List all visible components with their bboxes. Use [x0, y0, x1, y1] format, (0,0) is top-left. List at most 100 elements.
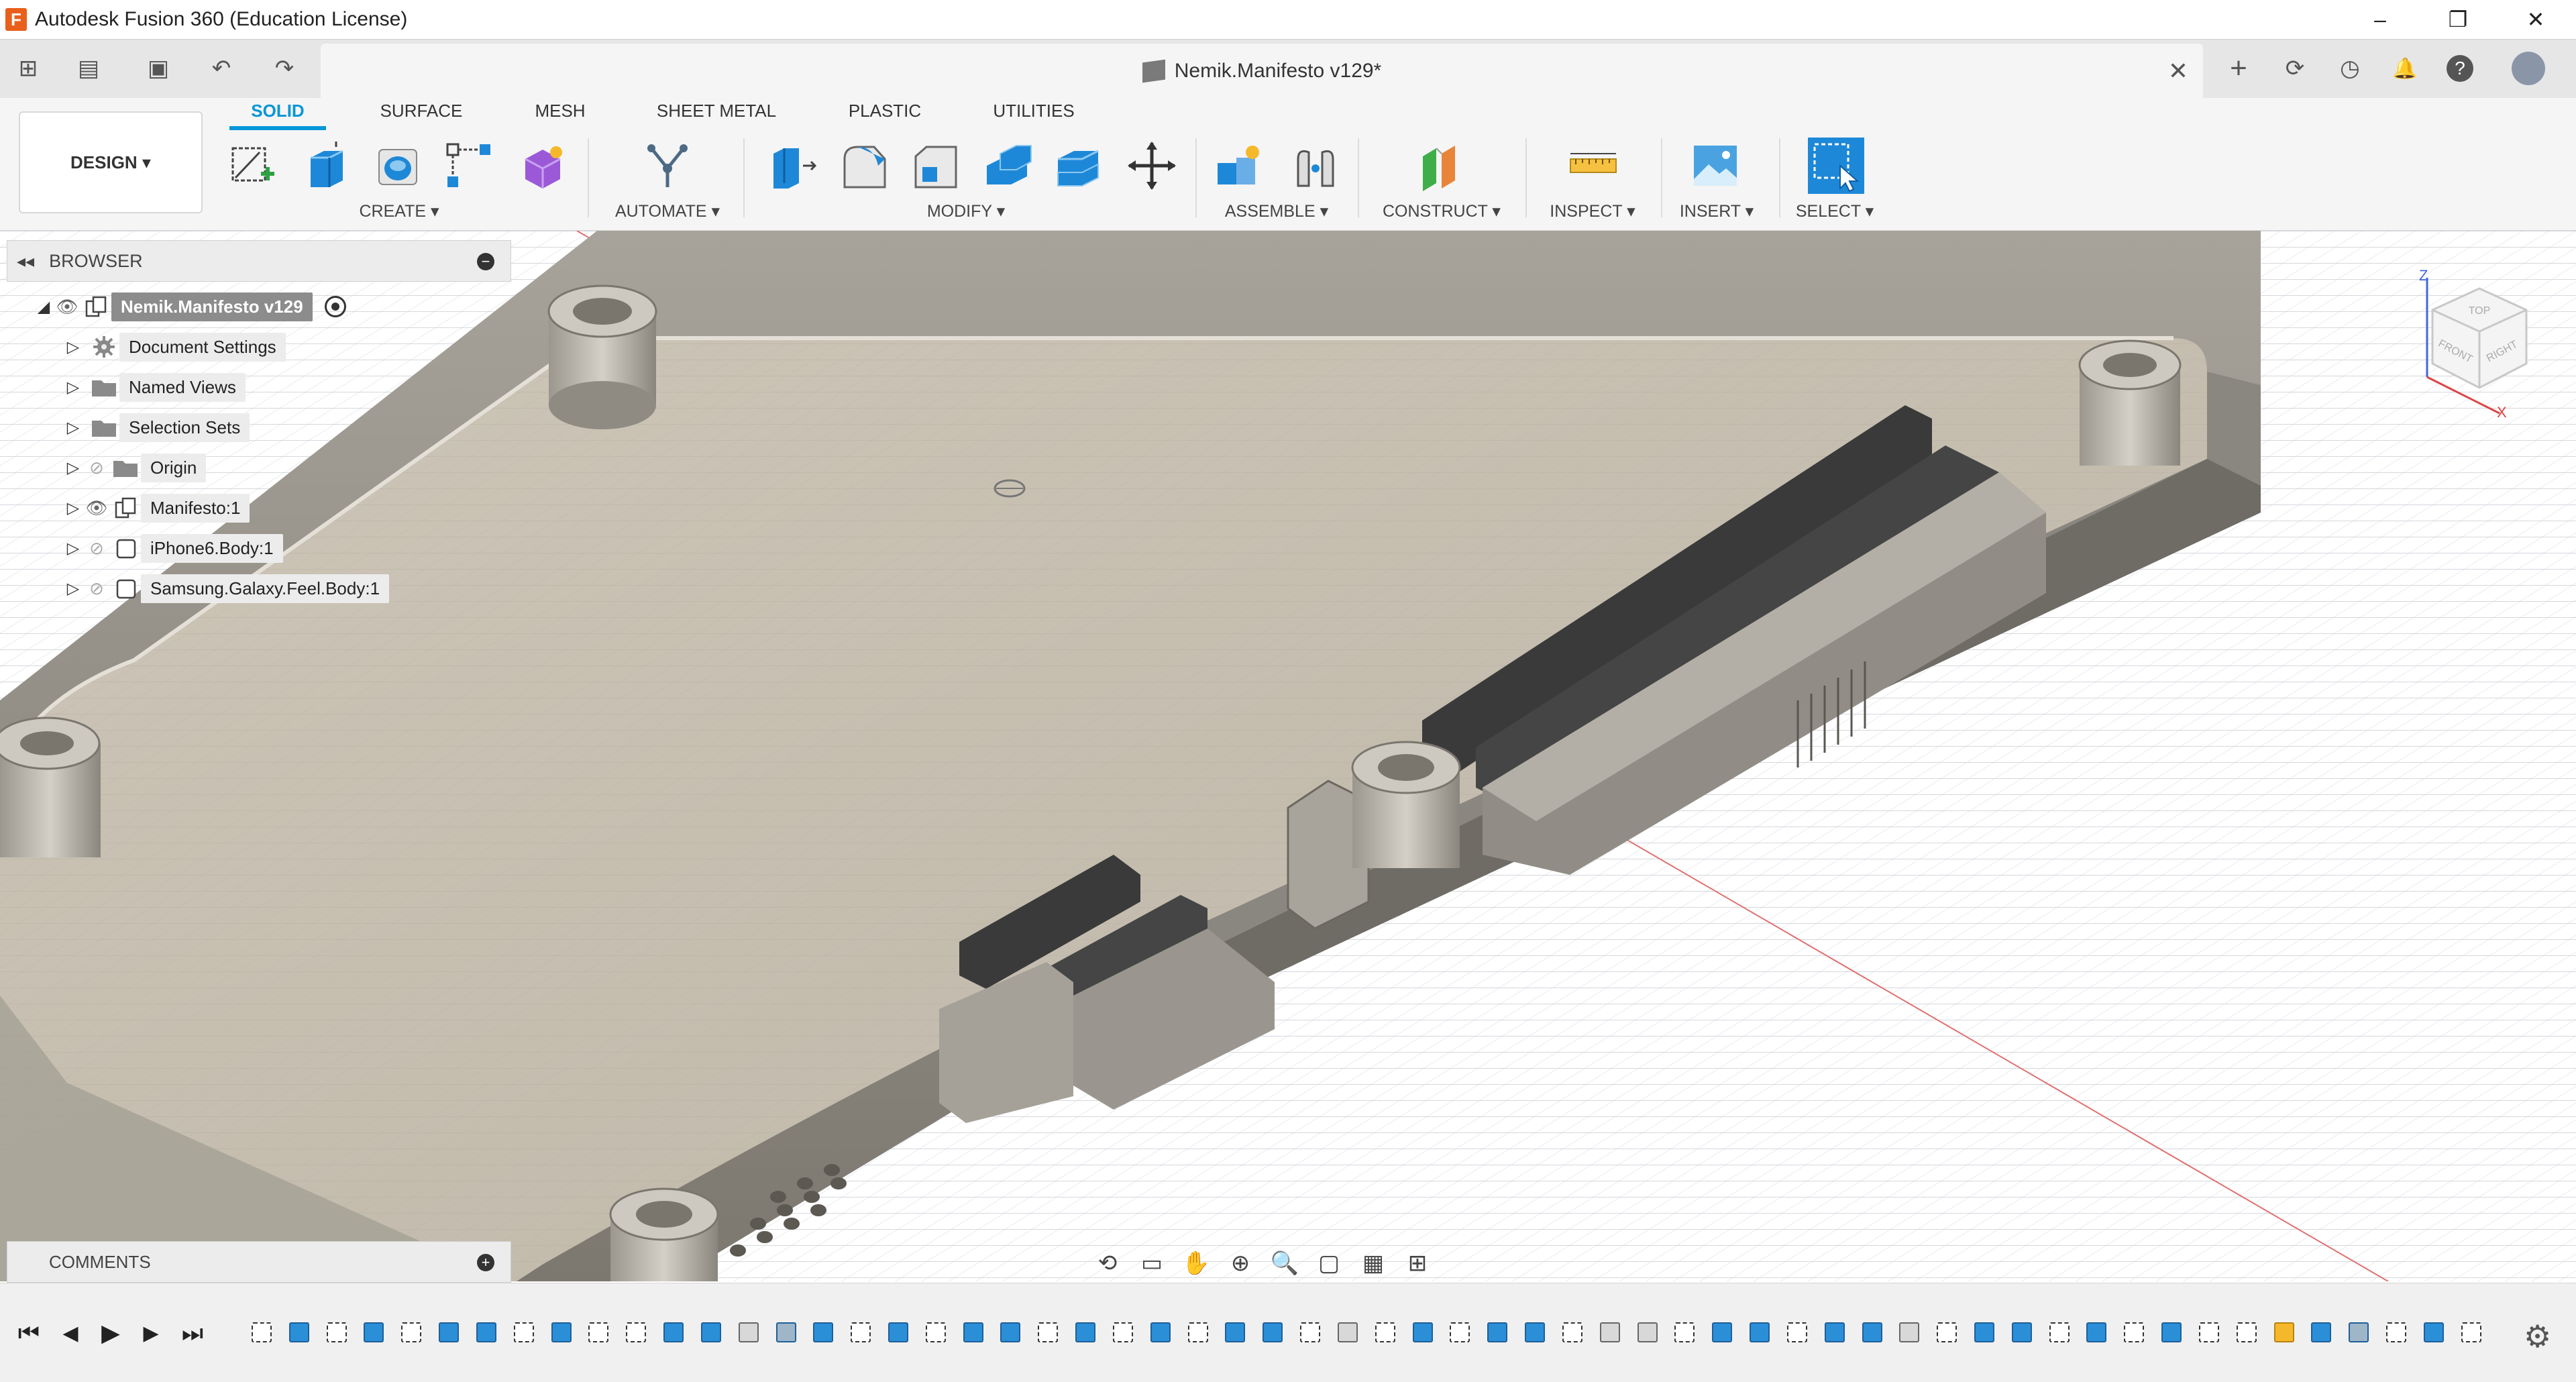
chamfer-icon[interactable]: [906, 136, 966, 196]
timeline-feature[interactable]: [730, 1319, 767, 1346]
timeline-settings-gear-icon[interactable]: ⚙: [2524, 1318, 2551, 1354]
timeline-feature[interactable]: [1816, 1319, 1854, 1346]
timeline-feature[interactable]: [1629, 1319, 1666, 1346]
select-group-label[interactable]: SELECT ▾: [1784, 201, 1885, 221]
timeline-feature[interactable]: [1890, 1319, 1928, 1346]
timeline-feature[interactable]: [2153, 1319, 2190, 1346]
data-panel-grid-icon[interactable]: ⊞: [8, 49, 48, 88]
timeline-prev-icon[interactable]: ◀: [54, 1317, 87, 1349]
timeline-feature[interactable]: [2415, 1319, 2453, 1346]
timeline-feature[interactable]: [1442, 1319, 1479, 1346]
timeline-feature[interactable]: [1366, 1319, 1404, 1346]
timeline-feature[interactable]: [355, 1319, 392, 1346]
extensions-icon[interactable]: ⟳: [2271, 49, 2318, 88]
timeline-feature[interactable]: [1741, 1319, 1778, 1346]
timeline-feature[interactable]: [617, 1319, 655, 1346]
file-menu-icon[interactable]: ▤: [62, 49, 115, 88]
expand-triangle-icon[interactable]: ▷: [63, 377, 83, 397]
timeline-feature[interactable]: [767, 1319, 805, 1346]
measure-icon[interactable]: [1563, 136, 1623, 196]
hidden-eye-icon[interactable]: ⊘: [83, 538, 110, 558]
visibility-eye-icon[interactable]: 👁: [54, 297, 80, 317]
timeline-feature[interactable]: [1554, 1319, 1591, 1346]
tab-sheet-metal[interactable]: SHEET METAL: [644, 101, 789, 121]
timeline-feature[interactable]: [692, 1319, 730, 1346]
timeline-feature[interactable]: [2078, 1319, 2116, 1346]
timeline-feature[interactable]: [2003, 1319, 2041, 1346]
expand-triangle-icon[interactable]: ▷: [63, 578, 83, 598]
collapse-panel-icon[interactable]: ◂◂: [17, 251, 34, 272]
extrude-icon[interactable]: [297, 136, 357, 196]
timeline-feature[interactable]: [1928, 1319, 1966, 1346]
revolve-icon[interactable]: [368, 136, 428, 196]
comments-panel[interactable]: COMMENTS +: [7, 1241, 511, 1283]
assemble-group-label[interactable]: ASSEMBLE ▾: [1210, 201, 1343, 221]
timeline-feature[interactable]: [2041, 1319, 2078, 1346]
grid-snaps-icon[interactable]: ▦: [1351, 1243, 1395, 1283]
display-settings-icon[interactable]: ▢: [1307, 1243, 1351, 1283]
timeline-feature[interactable]: [1329, 1319, 1366, 1346]
timeline-feature[interactable]: [318, 1319, 356, 1346]
timeline-track[interactable]: [243, 1310, 2490, 1354]
minimize-button[interactable]: –: [2341, 0, 2419, 39]
view-cube[interactable]: TOP FRONT RIGHT Z X: [2412, 267, 2546, 421]
save-icon[interactable]: ▣: [138, 49, 178, 88]
redo-icon[interactable]: ↷: [258, 49, 311, 88]
joint-icon[interactable]: [1285, 136, 1346, 196]
tab-solid[interactable]: SOLID: [229, 101, 326, 121]
browser-header[interactable]: ◂◂ BROWSER −: [7, 240, 511, 282]
look-at-icon[interactable]: ▭: [1130, 1243, 1174, 1283]
timeline-play-icon[interactable]: ▶: [94, 1317, 127, 1349]
timeline-feature[interactable]: [1179, 1319, 1217, 1346]
timeline-last-icon[interactable]: ⏭: [176, 1317, 209, 1349]
timeline-feature[interactable]: [1217, 1319, 1254, 1346]
combine-icon[interactable]: [1048, 136, 1108, 196]
timeline-feature[interactable]: [1666, 1319, 1703, 1346]
restore-button[interactable]: ❐: [2419, 0, 2497, 39]
timeline-feature[interactable]: [2453, 1319, 2490, 1346]
automate-icon[interactable]: [637, 136, 698, 196]
expand-triangle-icon[interactable]: ▷: [63, 538, 83, 558]
new-component-icon[interactable]: [1208, 136, 1268, 196]
automate-group-label[interactable]: AUTOMATE ▾: [604, 201, 731, 221]
timeline-feature[interactable]: [879, 1319, 917, 1346]
timeline-feature[interactable]: [992, 1319, 1030, 1346]
tab-mesh[interactable]: MESH: [523, 101, 597, 121]
timeline-feature[interactable]: [1254, 1319, 1291, 1346]
timeline-next-icon[interactable]: ▶: [134, 1317, 168, 1349]
create-sketch-icon[interactable]: [223, 136, 283, 196]
timeline-feature[interactable]: [468, 1319, 505, 1346]
timeline-feature[interactable]: [2303, 1319, 2341, 1346]
tree-item-document-settings[interactable]: ▷ Document Settings: [63, 329, 286, 365]
timeline-feature[interactable]: [1142, 1319, 1179, 1346]
timeline-feature[interactable]: [917, 1319, 955, 1346]
notifications-icon[interactable]: 🔔: [2381, 49, 2428, 88]
help-icon[interactable]: ?: [2436, 49, 2483, 88]
fillet-icon[interactable]: [835, 136, 895, 196]
tree-item-selection-sets[interactable]: ▷ Selection Sets: [63, 409, 250, 445]
job-status-icon[interactable]: ◷: [2326, 49, 2373, 88]
close-window-button[interactable]: ✕: [2497, 0, 2575, 39]
insert-image-icon[interactable]: [1685, 136, 1746, 196]
timeline-feature[interactable]: [2340, 1319, 2377, 1346]
timeline-feature[interactable]: [430, 1319, 468, 1346]
timeline-feature[interactable]: [1404, 1319, 1442, 1346]
create-form-icon[interactable]: [513, 136, 573, 196]
timeline-feature[interactable]: [2377, 1319, 2415, 1346]
expand-triangle-icon[interactable]: ▷: [63, 458, 83, 478]
timeline-feature[interactable]: [2115, 1319, 2153, 1346]
timeline-feature[interactable]: [2228, 1319, 2265, 1346]
select-icon[interactable]: [1806, 136, 1866, 196]
inspect-group-label[interactable]: INSPECT ▾: [1536, 201, 1649, 221]
viewports-icon[interactable]: ⊞: [1395, 1243, 1440, 1283]
browser-minimize-icon[interactable]: −: [477, 253, 494, 270]
profile-avatar[interactable]: [2505, 49, 2552, 88]
timeline-feature[interactable]: [1479, 1319, 1516, 1346]
timeline-feature[interactable]: [280, 1319, 318, 1346]
expand-triangle-icon[interactable]: ▷: [63, 498, 83, 518]
close-tab-icon[interactable]: ✕: [2168, 57, 2188, 85]
expand-triangle-icon[interactable]: ◢: [34, 297, 54, 317]
activate-radio-icon[interactable]: [324, 296, 346, 317]
zoom-icon[interactable]: ⊕: [1218, 1243, 1263, 1283]
pan-icon[interactable]: ✋: [1174, 1243, 1218, 1283]
